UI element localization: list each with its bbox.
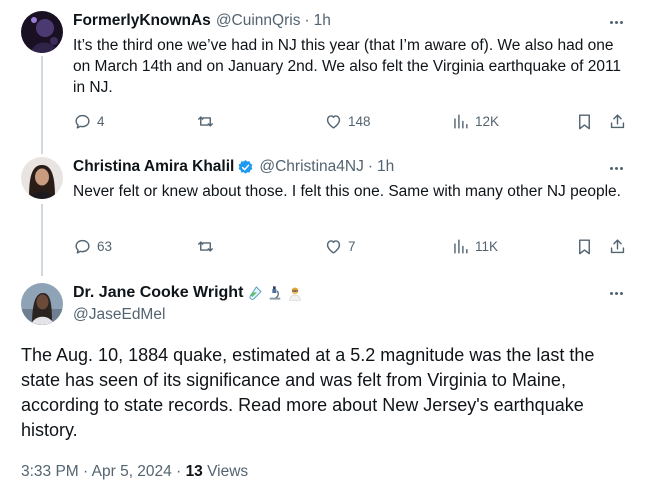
views-button[interactable]: 12K	[451, 112, 499, 131]
share-icon	[610, 114, 625, 129]
bookmark-icon	[579, 239, 590, 255]
tweet-header: Christina Amira Khalil @Christina4NJ · 1…	[73, 158, 394, 176]
like-count: 148	[348, 114, 371, 129]
main-display-name-row: Dr. Jane Cooke Wright	[73, 284, 303, 302]
views-icon	[454, 239, 468, 254]
verified-badge-icon	[238, 159, 253, 174]
views-icon	[454, 114, 468, 129]
display-name[interactable]: Christina Amira Khalil	[73, 158, 234, 176]
test-tube-icon	[249, 286, 263, 300]
like-icon	[326, 115, 341, 129]
reply-icon	[75, 239, 90, 254]
user-handle[interactable]: @Christina4NJ	[259, 158, 363, 176]
more-icon[interactable]	[606, 160, 626, 176]
woman-scientist-icon	[289, 287, 302, 301]
bookmark-icon	[579, 114, 590, 130]
display-name[interactable]: Dr. Jane Cooke Wright	[73, 284, 243, 302]
more-icon[interactable]	[606, 14, 626, 30]
retweet-icon	[198, 241, 213, 252]
avatar[interactable]	[21, 157, 63, 199]
microscope-icon	[270, 286, 281, 300]
timestamp[interactable]: 1h	[377, 158, 394, 176]
views-button[interactable]: 11K	[451, 237, 498, 256]
bookmark-button[interactable]	[575, 237, 594, 256]
retweet-icon	[198, 116, 213, 127]
thread-line	[41, 56, 43, 154]
avatar[interactable]	[21, 11, 63, 53]
like-count: 7	[348, 239, 356, 254]
tweet-text: It’s the third one we’ve had in NJ this …	[73, 37, 622, 96]
post-timestamp[interactable]: 3:33 PM · Apr 5, 2024 ·	[21, 463, 186, 480]
views-count: 12K	[475, 114, 500, 129]
views-count: 13	[185, 463, 203, 480]
user-handle[interactable]: @JaseEdMel	[73, 306, 165, 324]
retweet-button[interactable]	[196, 237, 220, 256]
retweet-button[interactable]	[196, 112, 220, 131]
share-button[interactable]	[608, 237, 627, 256]
reply-icon	[75, 114, 90, 129]
bookmark-button[interactable]	[575, 112, 594, 131]
separator: ·	[304, 12, 310, 29]
views-label: Views	[202, 463, 249, 480]
separator: ·	[367, 158, 373, 175]
tweet-header: FormerlyKnownAs @CuinnQris · 1h	[73, 12, 331, 30]
reply-count: 63	[97, 239, 113, 254]
reply-count: 4	[97, 114, 105, 129]
timestamp[interactable]: 1h	[314, 12, 331, 30]
tweet-text: The Aug. 10, 1884 quake, estimated at a …	[21, 345, 595, 440]
like-button[interactable]: 148	[324, 112, 371, 131]
thread-line	[41, 204, 43, 276]
like-icon	[326, 240, 341, 254]
action-bar: 4 148 12K	[73, 112, 633, 134]
display-name[interactable]: FormerlyKnownAs	[73, 12, 211, 30]
share-icon	[610, 239, 625, 254]
avatar[interactable]	[21, 283, 63, 325]
like-button[interactable]: 7	[324, 237, 356, 256]
tweet-text: Never felt or knew about those. I felt t…	[73, 183, 621, 200]
share-button[interactable]	[608, 112, 627, 131]
user-handle[interactable]: @CuinnQris	[216, 12, 301, 30]
reply-button[interactable]: 4	[73, 112, 105, 131]
views-count: 11K	[475, 239, 499, 254]
reply-button[interactable]: 63	[73, 237, 112, 256]
action-bar: 63 7 11K	[73, 237, 633, 259]
tweet-meta: 3:33 PM · Apr 5, 2024 · 13 Views	[21, 463, 248, 481]
more-icon[interactable]	[606, 285, 626, 301]
